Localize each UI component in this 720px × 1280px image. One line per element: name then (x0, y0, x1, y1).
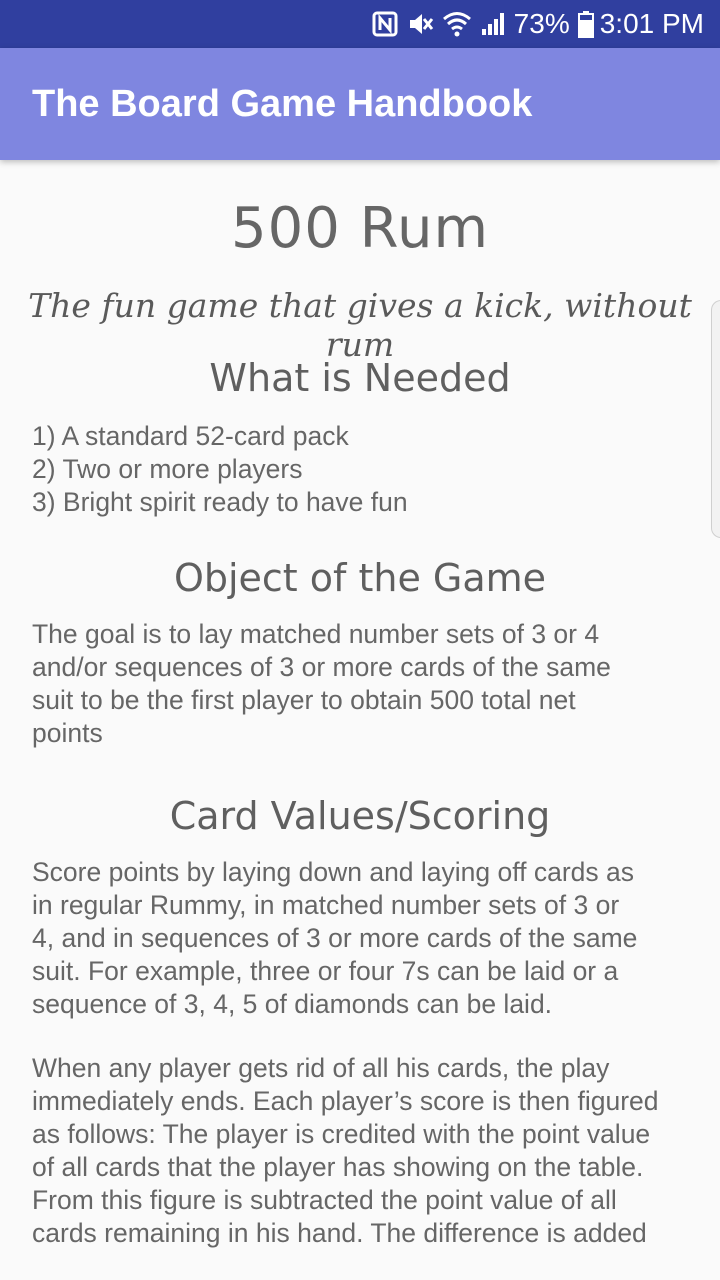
wifi-icon (442, 0, 472, 48)
game-title: 500 Rum (230, 196, 490, 261)
paragraph-line: and/or sequences of 3 or more cards of t… (32, 652, 611, 682)
paragraph-line: suit to be the first player to obtain 50… (32, 685, 576, 715)
object-of-game-paragraph: The goal is to lay matched number sets o… (32, 618, 692, 750)
section-heading-what-is-needed: What is Needed (209, 356, 511, 400)
clock: 3:01 PM (599, 8, 704, 39)
section-heading-card-values-scoring: Card Values/Scoring (169, 794, 551, 838)
paragraph-line: When any player gets rid of all his card… (32, 1053, 610, 1083)
content-scroll-area[interactable]: 500 Rum The fun game that gives a kick, … (0, 160, 720, 1280)
paragraph-line: cards remaining in his hand. The differe… (32, 1218, 647, 1248)
battery-icon (577, 0, 594, 48)
status-bar: 73% 3:01 PM (0, 0, 720, 48)
scoring-paragraph-2: When any player gets rid of all his card… (32, 1052, 692, 1250)
paragraph-line: immediately ends. Each player’s score is… (32, 1086, 659, 1116)
paragraph-line: Score points by laying down and laying o… (32, 857, 635, 887)
section-heading-object-of-game: Object of the Game (173, 556, 547, 600)
app-bar: The Board Game Handbook (0, 48, 720, 160)
paragraph-line: in regular Rummy, in matched number sets… (32, 890, 620, 920)
scoring-paragraph-1: Score points by laying down and laying o… (32, 856, 692, 1021)
list-item: 1) A standard 52-card pack (32, 421, 349, 451)
paragraph-line: of all cards that the player has showing… (32, 1152, 644, 1182)
paragraph-line: points (32, 718, 103, 748)
edge-panel-handle[interactable] (711, 300, 720, 538)
paragraph-line: From this figure is subtracted the point… (32, 1185, 617, 1215)
battery-percent: 73% (513, 8, 570, 39)
paragraph-line: sequence of 3, 4, 5 of diamonds can be l… (32, 989, 553, 1019)
paragraph-line: The goal is to lay matched number sets o… (32, 619, 600, 649)
app-title: The Board Game Handbook (32, 82, 533, 125)
paragraph-line: 4, and in sequences of 3 or more cards o… (32, 923, 638, 953)
mute-icon (406, 0, 434, 48)
list-item: 3) Bright spirit ready to have fun (32, 487, 408, 517)
game-tagline: The fun game that gives a kick, without … (28, 286, 692, 364)
signal-icon (480, 0, 508, 48)
nfc-icon (372, 0, 398, 48)
paragraph-line: suit. For example, three or four 7s can … (32, 956, 619, 986)
paragraph-line: as follows: The player is credited with … (32, 1119, 651, 1149)
list-item: 2) Two or more players (32, 454, 303, 484)
what-is-needed-list: 1) A standard 52-card pack 2) Two or mor… (32, 420, 692, 519)
